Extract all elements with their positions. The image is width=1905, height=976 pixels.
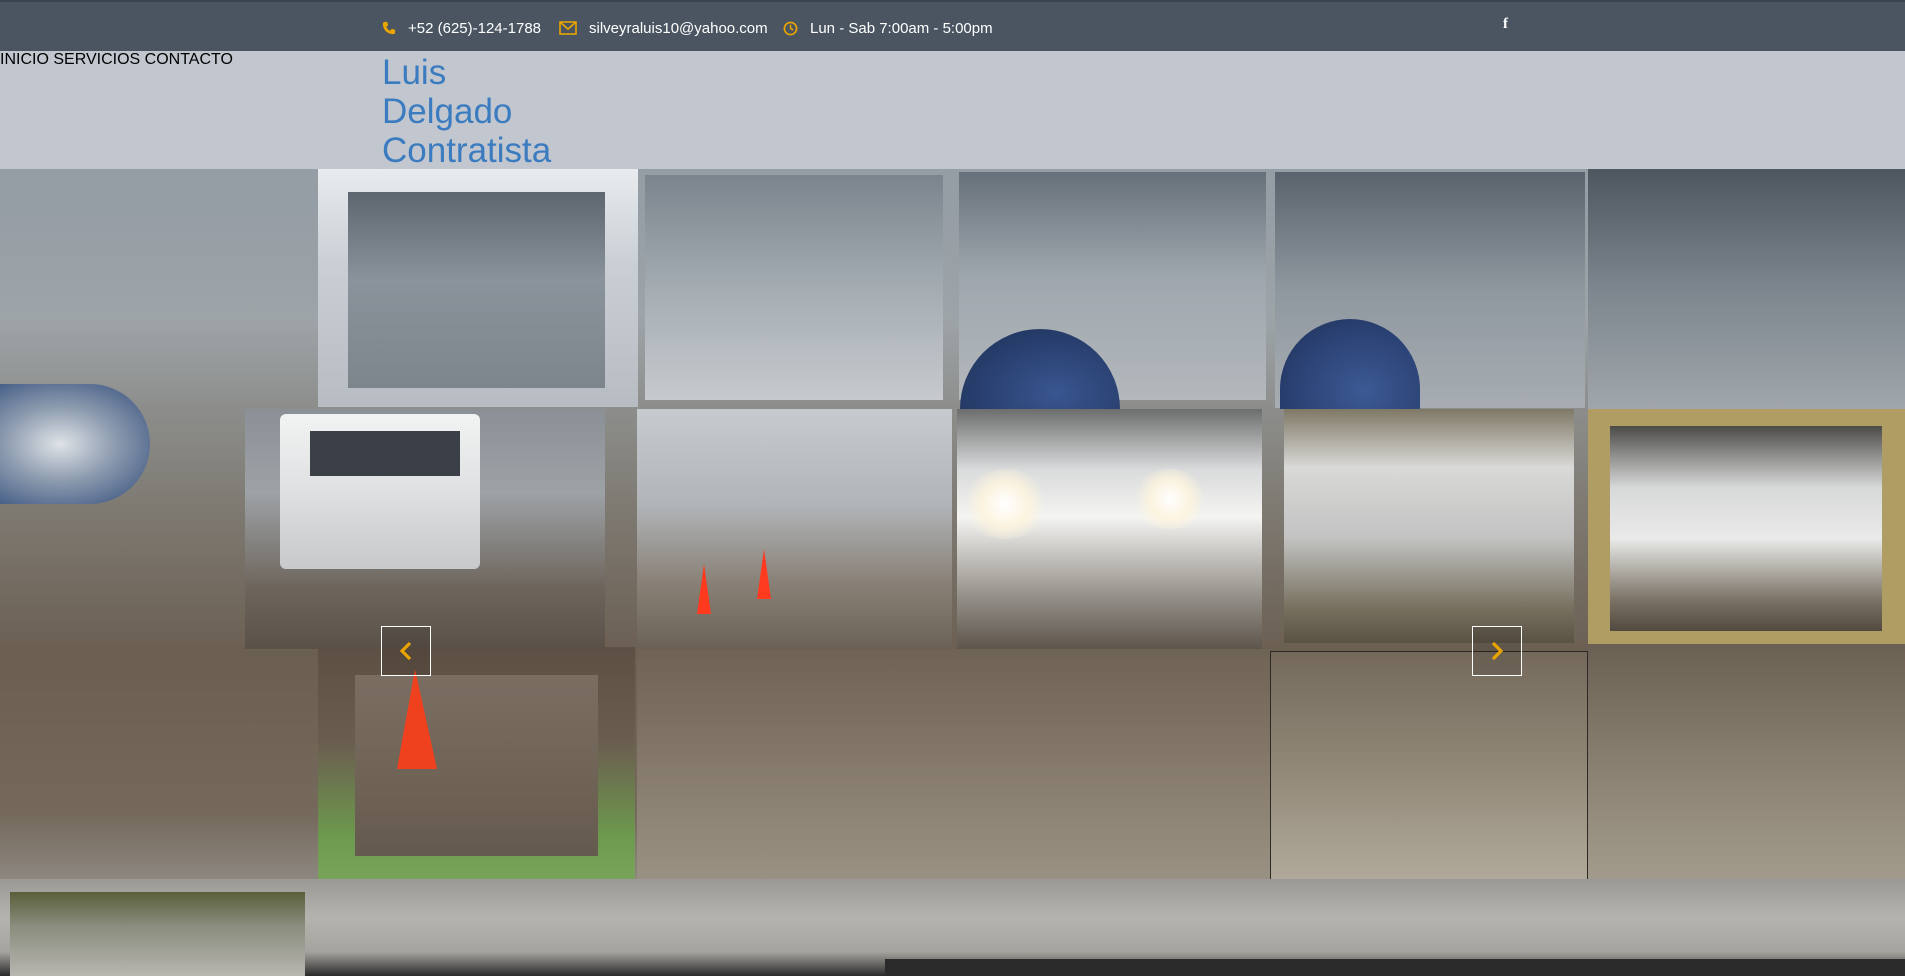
slide-tile xyxy=(637,409,952,646)
logo-line-3: Contratista xyxy=(382,131,552,170)
hero-slider xyxy=(0,169,1905,976)
slide-tile xyxy=(10,892,305,976)
business-hours: Lun - Sab 7:00am - 5:00pm xyxy=(783,17,993,39)
phone-icon xyxy=(382,21,396,35)
site-header: Luis Delgado Contratista INICIO SERVICIO… xyxy=(0,51,1905,170)
slide-tile xyxy=(310,431,460,476)
top-info-bar: +52 (625)-124-1788 silveyraluis10@yahoo.… xyxy=(0,0,1905,51)
phone-contact[interactable]: +52 (625)-124-1788 xyxy=(382,17,541,39)
slide-tile xyxy=(1130,469,1210,529)
slider-prev-button[interactable] xyxy=(381,626,431,676)
slide-tile xyxy=(645,175,943,400)
nav-item-contacto[interactable]: CONTACTO xyxy=(145,51,233,68)
facebook-icon[interactable]: f xyxy=(1503,16,1508,33)
slide-tile xyxy=(348,192,605,388)
slide-tile xyxy=(0,384,150,504)
slide-tile xyxy=(1588,649,1905,884)
slide-tile xyxy=(960,469,1050,539)
logo-line-2: Delgado xyxy=(382,92,513,131)
nav-item-servicios[interactable]: SERVICIOS xyxy=(53,51,140,68)
main-navigation: INICIO SERVICIOS CONTACTO xyxy=(0,51,1905,69)
slide-tile xyxy=(1610,426,1882,631)
phone-number: +52 (625)-124-1788 xyxy=(408,19,542,37)
slide-tile xyxy=(885,959,1905,976)
email-address: silveyraluis10@yahoo.com xyxy=(589,19,768,37)
clock-icon xyxy=(783,21,798,35)
slide-tile xyxy=(1588,169,1905,409)
nav-item-inicio[interactable]: INICIO xyxy=(0,51,49,68)
slide-tile xyxy=(637,649,1270,885)
envelope-icon xyxy=(559,21,577,35)
email-contact[interactable]: silveyraluis10@yahoo.com xyxy=(559,17,768,39)
hours-text: Lun - Sab 7:00am - 5:00pm xyxy=(810,19,993,37)
site-logo[interactable]: Luis Delgado Contratista xyxy=(382,53,602,170)
slide-tile xyxy=(1270,651,1588,883)
chevron-left-icon xyxy=(399,641,412,661)
slide-tile xyxy=(1284,409,1574,643)
logo-line-1: Luis xyxy=(382,53,447,92)
slider-next-button[interactable] xyxy=(1472,626,1522,676)
chevron-right-icon xyxy=(1491,641,1504,661)
slide-tile xyxy=(355,675,598,856)
